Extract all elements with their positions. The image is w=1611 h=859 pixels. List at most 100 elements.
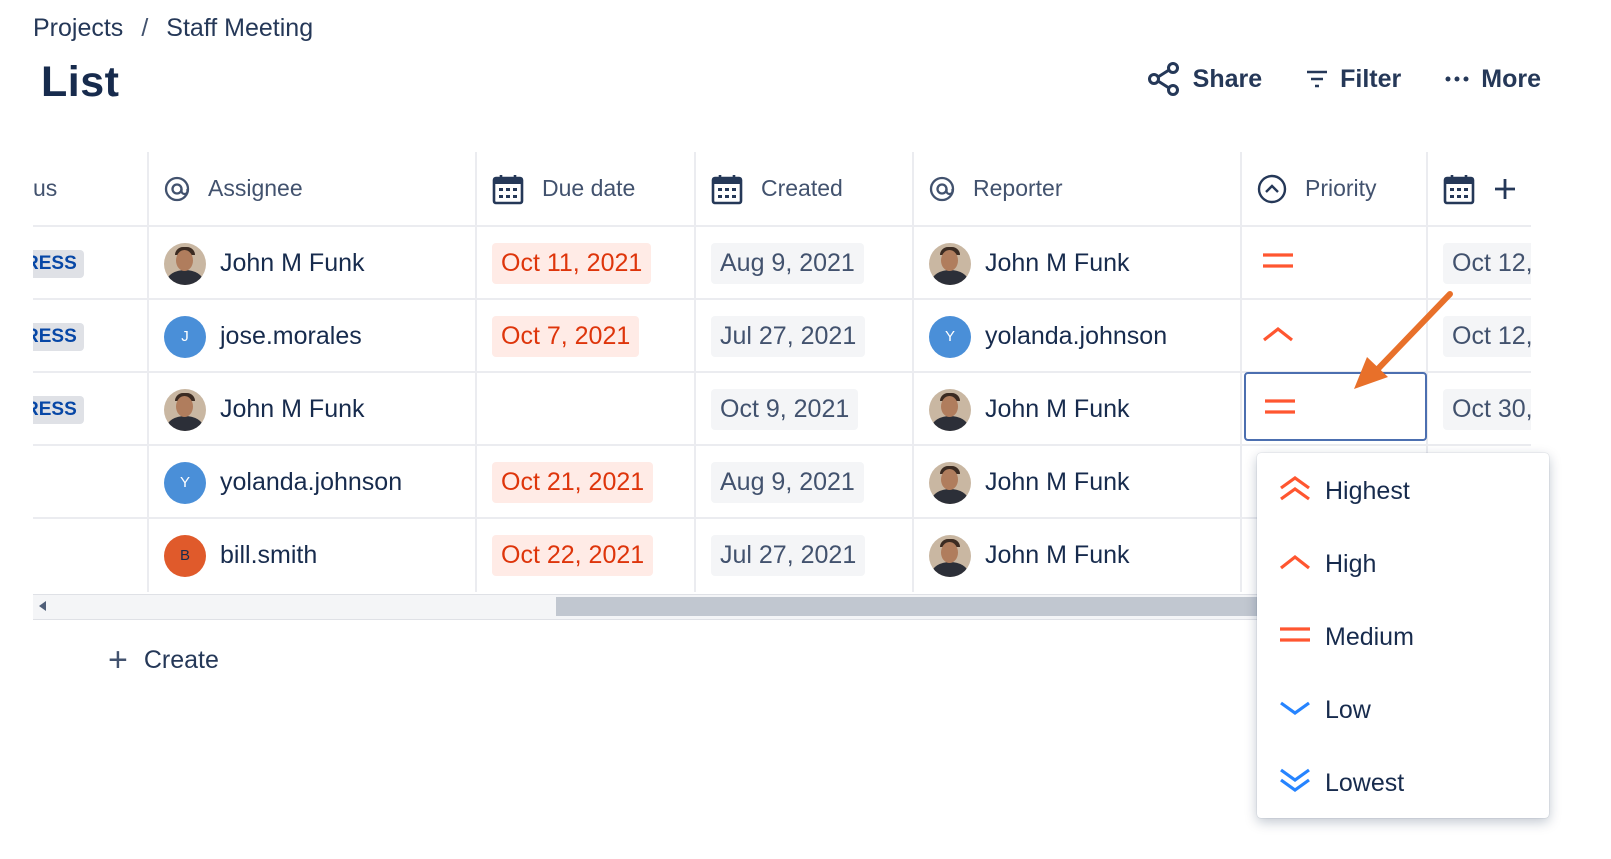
more-button[interactable]: More [1445, 65, 1541, 94]
priority-option-label: Lowest [1325, 769, 1405, 797]
extra-date: Oct 30, [1443, 389, 1531, 430]
page-title: List [41, 58, 120, 106]
column-header-status[interactable]: us [33, 152, 149, 225]
reporter-name: John M Funk [985, 395, 1130, 423]
share-icon [1147, 62, 1179, 96]
avatar: Y [929, 315, 971, 358]
priority-option-lowest[interactable]: Lowest [1257, 747, 1549, 820]
due-date-cell[interactable]: Oct 22, 2021 [477, 519, 696, 592]
breadcrumb: Projects / Staff Meeting [33, 14, 313, 43]
avatar [929, 388, 971, 431]
column-header-assignee[interactable]: Assignee [149, 152, 477, 225]
created-cell[interactable]: Aug 9, 2021 [696, 446, 914, 519]
column-header-assignee-label: Assignee [208, 175, 303, 201]
reporter-cell[interactable]: John M Funk [914, 373, 1242, 446]
status-cell[interactable] [33, 519, 149, 592]
status-badge[interactable]: RESS [33, 395, 84, 424]
assignee-cell[interactable]: Jjose.morales [149, 300, 477, 373]
priority-option-medium[interactable]: Medium [1257, 601, 1549, 674]
priority-medium-icon [1279, 623, 1325, 652]
column-header-created[interactable]: Created [696, 152, 914, 225]
priority-option-highest[interactable]: Highest [1257, 455, 1549, 528]
reporter-name: John M Funk [985, 468, 1130, 496]
priority-high-icon [1262, 324, 1294, 349]
due-date-cell[interactable]: Oct 7, 2021 [477, 300, 696, 373]
column-header-priority[interactable]: Priority [1242, 152, 1428, 225]
avatar: J [164, 315, 206, 358]
priority-dropdown: Highest High Medium Low Lowest [1257, 453, 1549, 818]
created-date: Jul 27, 2021 [711, 535, 866, 576]
scroll-thumb[interactable] [556, 597, 1258, 616]
priority-high-icon [1279, 550, 1325, 579]
due-date-cell[interactable]: Oct 11, 2021 [477, 227, 696, 300]
assignee-name: jose.morales [220, 322, 362, 350]
table-row[interactable]: RESS Jjose.morales Oct 7, 2021 Jul 27, 2021… [33, 298, 1531, 373]
due-date-cell[interactable] [477, 373, 696, 446]
reporter-cell[interactable]: John M Funk [914, 227, 1242, 300]
created-date: Oct 9, 2021 [711, 389, 859, 430]
calendar-icon [711, 174, 743, 204]
status-cell[interactable] [33, 446, 149, 519]
created-cell[interactable]: Aug 9, 2021 [696, 227, 914, 300]
created-cell[interactable]: Jul 27, 2021 [696, 300, 914, 373]
filter-icon [1307, 70, 1328, 88]
created-cell[interactable]: Jul 27, 2021 [696, 519, 914, 592]
avatar [929, 534, 971, 577]
column-header-due-date-label: Due date [542, 175, 636, 201]
create-label: Create [143, 645, 219, 674]
column-header-status-label: us [33, 175, 58, 201]
status-cell[interactable]: RESS [33, 373, 149, 446]
created-cell[interactable]: Oct 9, 2021 [696, 373, 914, 446]
priority-medium-icon [1265, 398, 1295, 414]
status-cell[interactable]: RESS [33, 227, 149, 300]
assignee-cell[interactable]: John M Funk [149, 373, 477, 446]
share-button[interactable]: Share [1147, 62, 1262, 96]
reporter-name: John M Funk [985, 249, 1130, 277]
due-date-lozenge: Oct 7, 2021 [492, 316, 640, 357]
filter-button[interactable]: Filter [1306, 65, 1401, 94]
calendar-icon [492, 174, 524, 204]
breadcrumb-current[interactable]: Staff Meeting [166, 14, 313, 42]
column-header-reporter[interactable]: Reporter [914, 152, 1242, 225]
status-cell[interactable]: RESS [33, 300, 149, 373]
assignee-name: John M Funk [220, 249, 365, 277]
plus-icon: + [108, 641, 128, 679]
more-label: More [1481, 64, 1541, 93]
reporter-cell[interactable]: Yyolanda.johnson [914, 300, 1242, 373]
table-row[interactable]: RESS John M Funk Oct 11, 2021 Aug 9, 2021 Jo… [33, 225, 1531, 300]
status-badge[interactable]: RESS [33, 322, 84, 351]
priority-option-high[interactable]: High [1257, 528, 1549, 601]
assignee-cell[interactable]: John M Funk [149, 227, 477, 300]
create-button[interactable]: + Create [108, 643, 219, 677]
due-date-lozenge: Oct 22, 2021 [492, 535, 654, 576]
avatar [164, 388, 206, 431]
priority-option-label: Low [1325, 696, 1371, 724]
breadcrumb-separator: / [141, 14, 149, 42]
assignee-cell[interactable]: Yyolanda.johnson [149, 446, 477, 519]
created-date: Aug 9, 2021 [711, 243, 864, 284]
breadcrumb-projects-link[interactable]: Projects [33, 14, 123, 42]
column-header-created-label: Created [761, 175, 843, 201]
column-header-reporter-label: Reporter [973, 175, 1063, 201]
priority-option-label: High [1325, 550, 1377, 578]
table-header-row: us Assignee Due date Created Reporter Pr… [33, 152, 1531, 225]
add-column-icon[interactable] [1493, 177, 1517, 201]
priority-option-low[interactable]: Low [1257, 674, 1549, 747]
scroll-left-arrow-icon[interactable] [39, 601, 46, 611]
assignee-cell[interactable]: Bbill.smith [149, 519, 477, 592]
priority-lowest-icon [1279, 766, 1325, 801]
priority-low-icon [1279, 696, 1325, 725]
avatar [164, 242, 206, 285]
annotation-arrow-icon [1354, 291, 1453, 389]
status-badge[interactable]: RESS [33, 249, 84, 278]
assignee-name: John M Funk [220, 395, 365, 423]
column-header-extra-date[interactable] [1428, 152, 1531, 225]
created-date: Jul 27, 2021 [711, 316, 866, 357]
horizontal-scrollbar[interactable] [33, 594, 1258, 620]
share-label: Share [1192, 64, 1263, 93]
reporter-cell[interactable]: John M Funk [914, 519, 1242, 592]
column-header-due-date[interactable]: Due date [477, 152, 696, 225]
extra-date: Oct 12, [1443, 243, 1531, 284]
reporter-cell[interactable]: John M Funk [914, 446, 1242, 519]
due-date-cell[interactable]: Oct 21, 2021 [477, 446, 696, 519]
